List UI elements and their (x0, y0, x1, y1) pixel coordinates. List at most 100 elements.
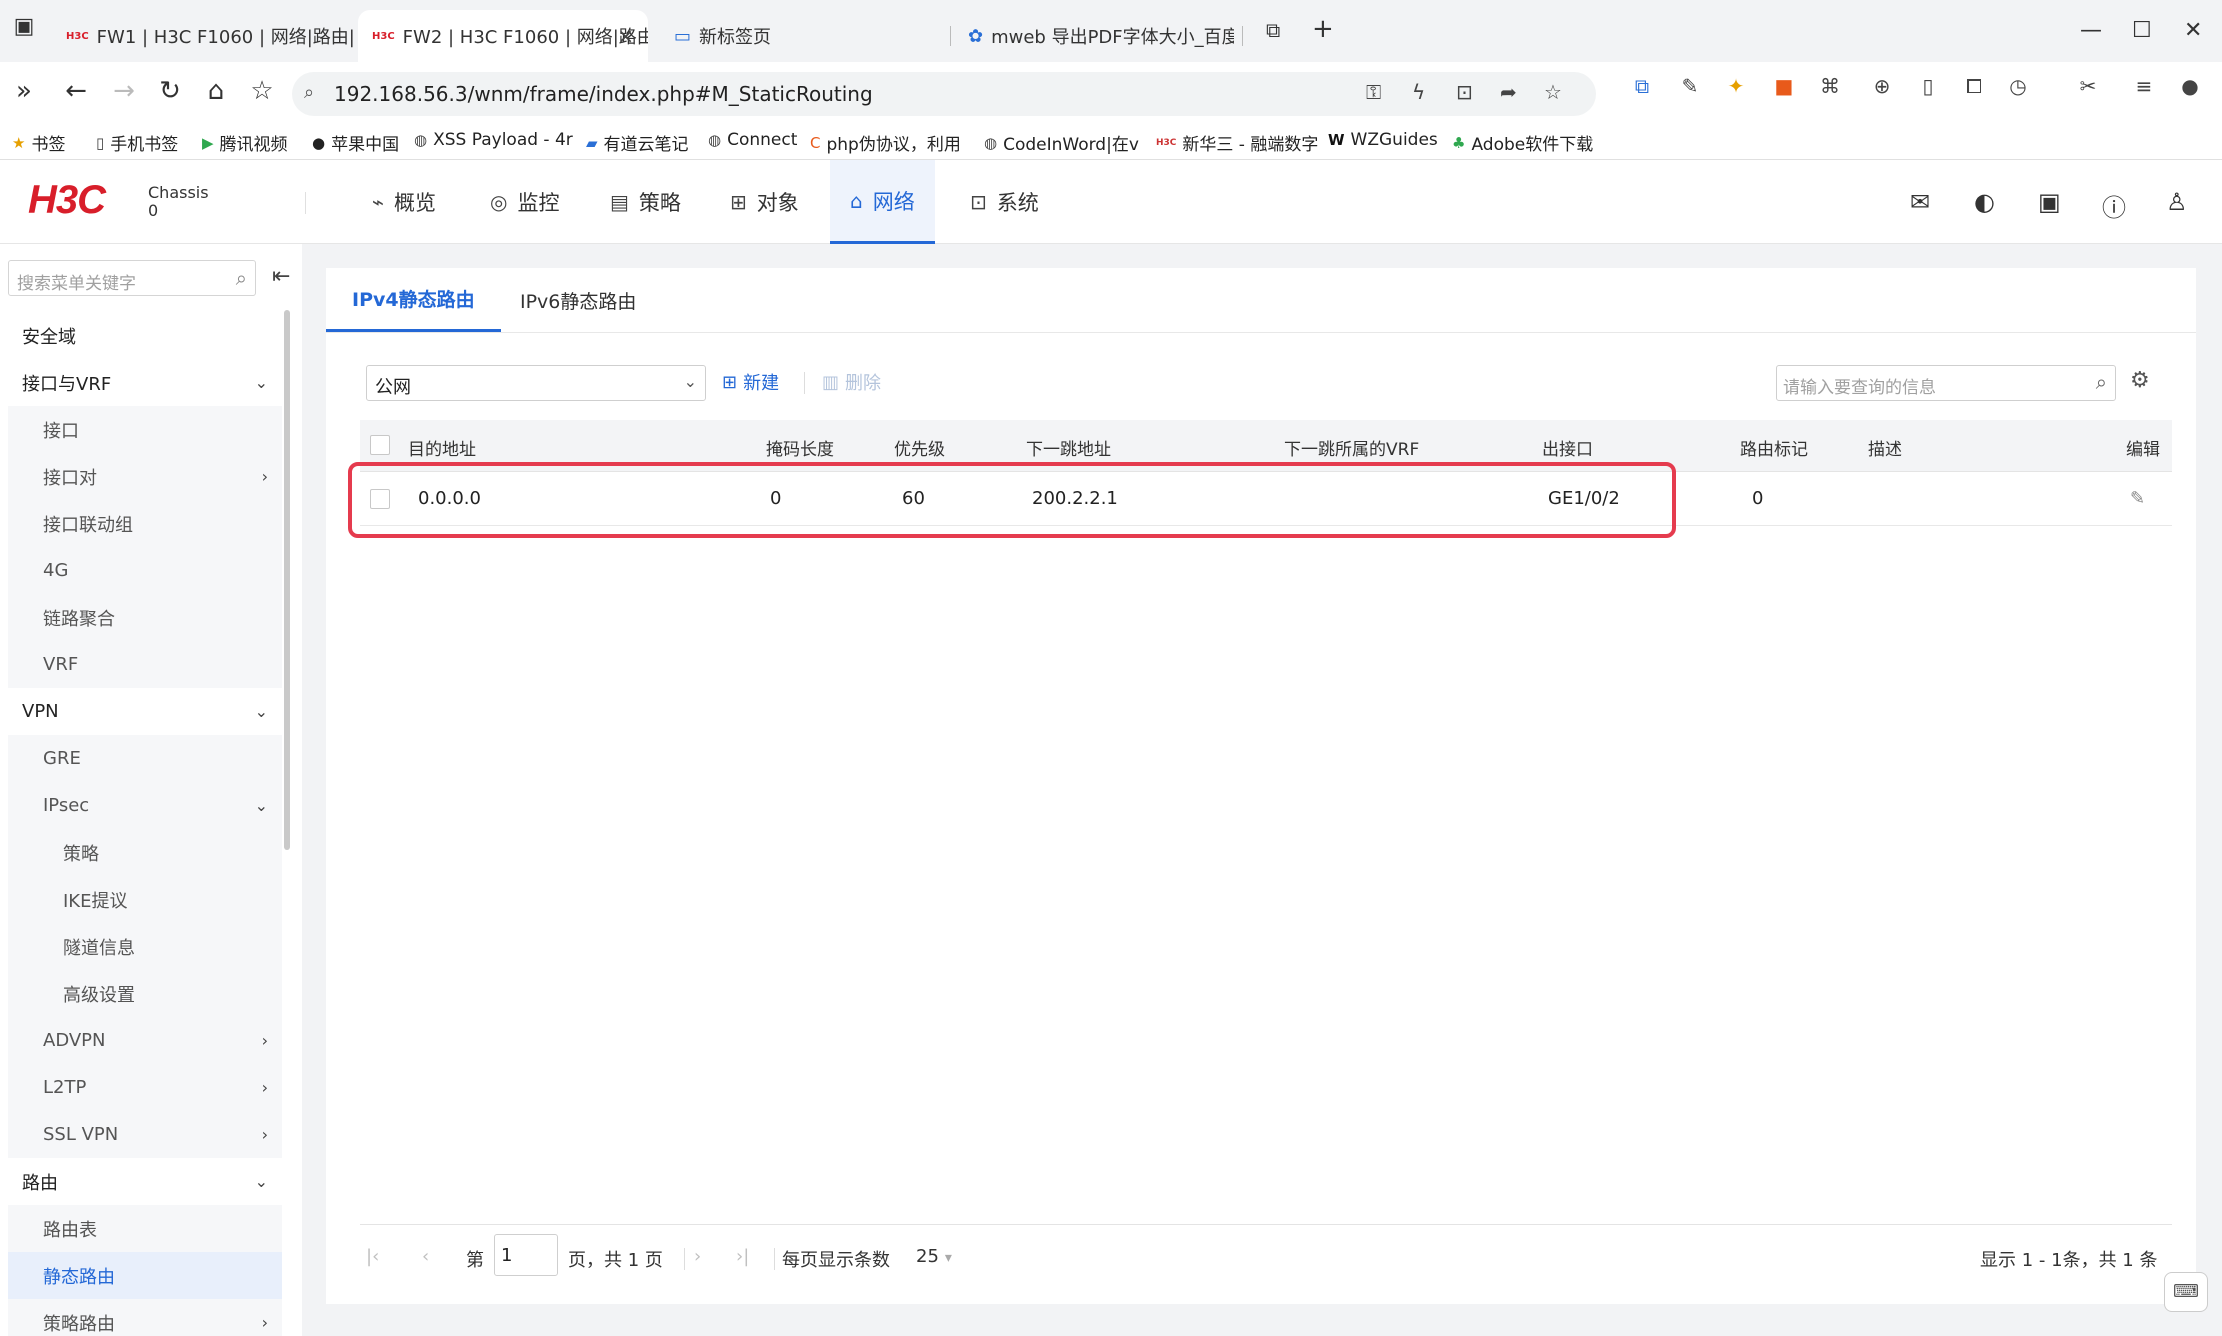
scissors-icon[interactable]: ✂ (2074, 74, 2102, 102)
expand-icon[interactable]: » (6, 76, 42, 106)
sidebar-item-gre[interactable]: GRE (8, 735, 282, 782)
maximize-icon[interactable]: ☐ (2132, 18, 2152, 43)
sidebar-item-security-zone[interactable]: 安全域 (8, 312, 282, 359)
history-icon[interactable]: ◷ (2004, 74, 2032, 102)
bookmark-item[interactable]: ◍ CodeInWord|在v (984, 130, 1139, 156)
column-header-dest[interactable]: 目的地址 (408, 435, 476, 460)
bookmark-item[interactable]: ● 苹果中国 (312, 130, 399, 156)
share-icon[interactable]: ➦ (1500, 80, 1517, 104)
bookmark-item[interactable]: ▰ 有道云笔记 (586, 130, 689, 156)
column-header-mask[interactable]: 掩码长度 (766, 435, 834, 460)
tab-groups-icon[interactable]: ⧉ (1266, 18, 1280, 42)
reload-icon[interactable]: ↻ (152, 76, 188, 106)
query-input[interactable]: 请输入要查询的信息 ⌕ (1776, 365, 2116, 401)
phone-icon[interactable]: ▯ (1914, 74, 1942, 102)
sidebar-item-ipsec-policy[interactable]: 策略 (8, 829, 282, 876)
browser-tab-baidu[interactable]: ✿ mweb 导出PDF字体大小_百度搜 (954, 10, 1234, 62)
column-header-nexthop[interactable]: 下一跳地址 (1026, 435, 1111, 460)
sidebar-scrollbar[interactable] (284, 310, 290, 850)
puzzle-extension-icon[interactable]: ⌘ (1816, 74, 1844, 102)
sidebar-item-advanced[interactable]: 高级设置 (8, 970, 282, 1017)
last-page-icon[interactable]: ›| (736, 1246, 749, 1267)
next-page-icon[interactable]: › (694, 1246, 701, 1267)
console-icon[interactable]: ⌨ (2164, 1272, 2208, 1312)
tab-ipv6-static-route[interactable]: IPv6静态路由 (494, 268, 662, 332)
sidebar-item-vrf[interactable]: VRF (8, 641, 282, 688)
sidebar-item-routing-table[interactable]: 路由表 (8, 1205, 282, 1252)
sidebar-item-routing[interactable]: 路由 ⌄ (8, 1158, 282, 1205)
sidebar-item-ssl-vpn[interactable]: SSL VPN › (8, 1111, 282, 1158)
sidebar-item-ipsec[interactable]: IPsec ⌄ (8, 782, 282, 829)
bookmark-item[interactable]: ◍ Connect (708, 130, 797, 150)
tab-sidebar-icon[interactable]: ▣ (6, 14, 42, 39)
sidebar-item-interface[interactable]: 接口 (8, 406, 282, 453)
help-icon[interactable]: ⓘ (2102, 188, 2126, 223)
menu-search-input[interactable]: 搜索菜单关键字 ⌕ (8, 260, 256, 296)
nav-object[interactable]: ⊞ 对象 (710, 160, 819, 244)
lightning-icon[interactable]: ϟ (1412, 80, 1425, 104)
sidebar-item-policy-routing[interactable]: 策略路由 › (8, 1299, 282, 1336)
nav-system[interactable]: ⊡ 系统 (950, 160, 1059, 244)
gear-icon[interactable]: ⚙ (2130, 368, 2150, 393)
search-icon[interactable]: ⌕ (2096, 370, 2107, 394)
bookmark-star-icon[interactable]: ☆ (1544, 80, 1562, 104)
select-all-checkbox[interactable] (370, 435, 390, 455)
translate-extension-icon[interactable]: ⧉ (1628, 74, 1656, 102)
sidebar-item-l2tp[interactable]: L2TP › (8, 1064, 282, 1111)
bookmark-item[interactable]: ◍ XSS Payload - 4r (414, 130, 573, 150)
first-page-icon[interactable]: |‹ (366, 1246, 379, 1267)
screenshot-icon[interactable]: ⊡ (1456, 80, 1473, 104)
back-icon[interactable]: ← (58, 76, 94, 106)
browser-tab-fw2[interactable]: H3C FW2 | H3C F1060 | 网络|路由| × (358, 10, 648, 62)
sparkle-extension-icon[interactable]: ✦ (1722, 74, 1750, 102)
browser-tab-newtab[interactable]: ▭ 新标签页 (660, 10, 950, 62)
nav-policy[interactable]: ▤ 策略 (590, 160, 701, 244)
tab-ipv4-static-route[interactable]: IPv4静态路由 (326, 268, 501, 332)
column-header-interface[interactable]: 出接口 (1542, 435, 1593, 460)
sidebar-item-4g[interactable]: 4G (8, 547, 282, 594)
column-header-tag[interactable]: 路由标记 (1740, 435, 1808, 460)
palette-icon[interactable]: ◐ (1974, 188, 1995, 216)
nav-overview[interactable]: ⌁ 概览 (352, 160, 456, 244)
user-icon[interactable]: ♙ (2166, 188, 2188, 216)
per-page-select[interactable]: 25 ▾ (916, 1246, 952, 1267)
download-icon[interactable]: ⊕ (1868, 74, 1896, 102)
vrf-select[interactable]: 公网 ⌄ (366, 365, 706, 401)
copy-icon[interactable]: ⧠ (1960, 74, 1988, 102)
url-field[interactable]: ⌕ 192.168.56.3/wnm/frame/index.php#M_Sta… (292, 72, 1596, 116)
search-icon[interactable]: ⌕ (236, 266, 247, 290)
prev-page-icon[interactable]: ‹ (422, 1246, 429, 1267)
sidebar-item-vpn[interactable]: VPN ⌄ (8, 688, 282, 735)
sidebar-item-interface-pair[interactable]: 接口对 › (8, 453, 282, 500)
mail-icon[interactable]: ✉ (1910, 188, 1930, 216)
save-icon[interactable]: ▣ (2038, 188, 2061, 216)
browser-tab-fw1[interactable]: H3C FW1 | H3C F1060 | 网络|路由|静态 (52, 10, 354, 62)
column-header-nexthop-vrf[interactable]: 下一跳所属的VRF (1284, 435, 1419, 460)
edit-icon[interactable]: ✎ (2130, 488, 2145, 509)
star-icon[interactable]: ☆ (244, 76, 280, 106)
sidebar-item-ike-proposal[interactable]: IKE提议 (8, 876, 282, 923)
nav-network[interactable]: ⌂ 网络 (830, 160, 935, 244)
column-header-preference[interactable]: 优先级 (894, 435, 945, 460)
collapse-sidebar-icon[interactable]: ⇤ (272, 264, 290, 289)
pen-extension-icon[interactable]: ✎ (1676, 74, 1704, 102)
bookmark-item[interactable]: W WZGuides (1328, 130, 1438, 150)
nav-monitor[interactable]: ◎ 监控 (470, 160, 579, 244)
bookmark-item[interactable]: ▯ 手机书签 (96, 130, 178, 156)
bookmark-item[interactable]: Cphp伪协议，利用 (810, 130, 961, 156)
new-button[interactable]: ⊞ 新建 (722, 369, 779, 395)
avatar[interactable]: ● (2176, 74, 2204, 102)
sidebar-item-tunnel-info[interactable]: 隧道信息 (8, 923, 282, 970)
sidebar-item-static-routing[interactable]: 静态路由 (8, 1252, 282, 1299)
home-icon[interactable]: ⌂ (198, 76, 234, 106)
bookmark-item[interactable]: ▶ 腾讯视频 (202, 130, 288, 156)
bookmark-item[interactable]: H3C 新华三 - 融端数字 (1156, 130, 1318, 155)
page-number-input[interactable]: 1 (494, 1234, 558, 1276)
sidebar-item-link-aggregation[interactable]: 链路聚合 (8, 594, 282, 641)
column-header-description[interactable]: 描述 (1868, 435, 1902, 460)
bookmark-item[interactable]: ★ 书签 (12, 130, 65, 156)
window-close-icon[interactable]: ✕ (2184, 18, 2202, 43)
sidebar-item-interface-linkage[interactable]: 接口联动组 (8, 500, 282, 547)
forward-icon[interactable]: → (106, 76, 142, 106)
minimize-icon[interactable]: — (2080, 18, 2102, 43)
